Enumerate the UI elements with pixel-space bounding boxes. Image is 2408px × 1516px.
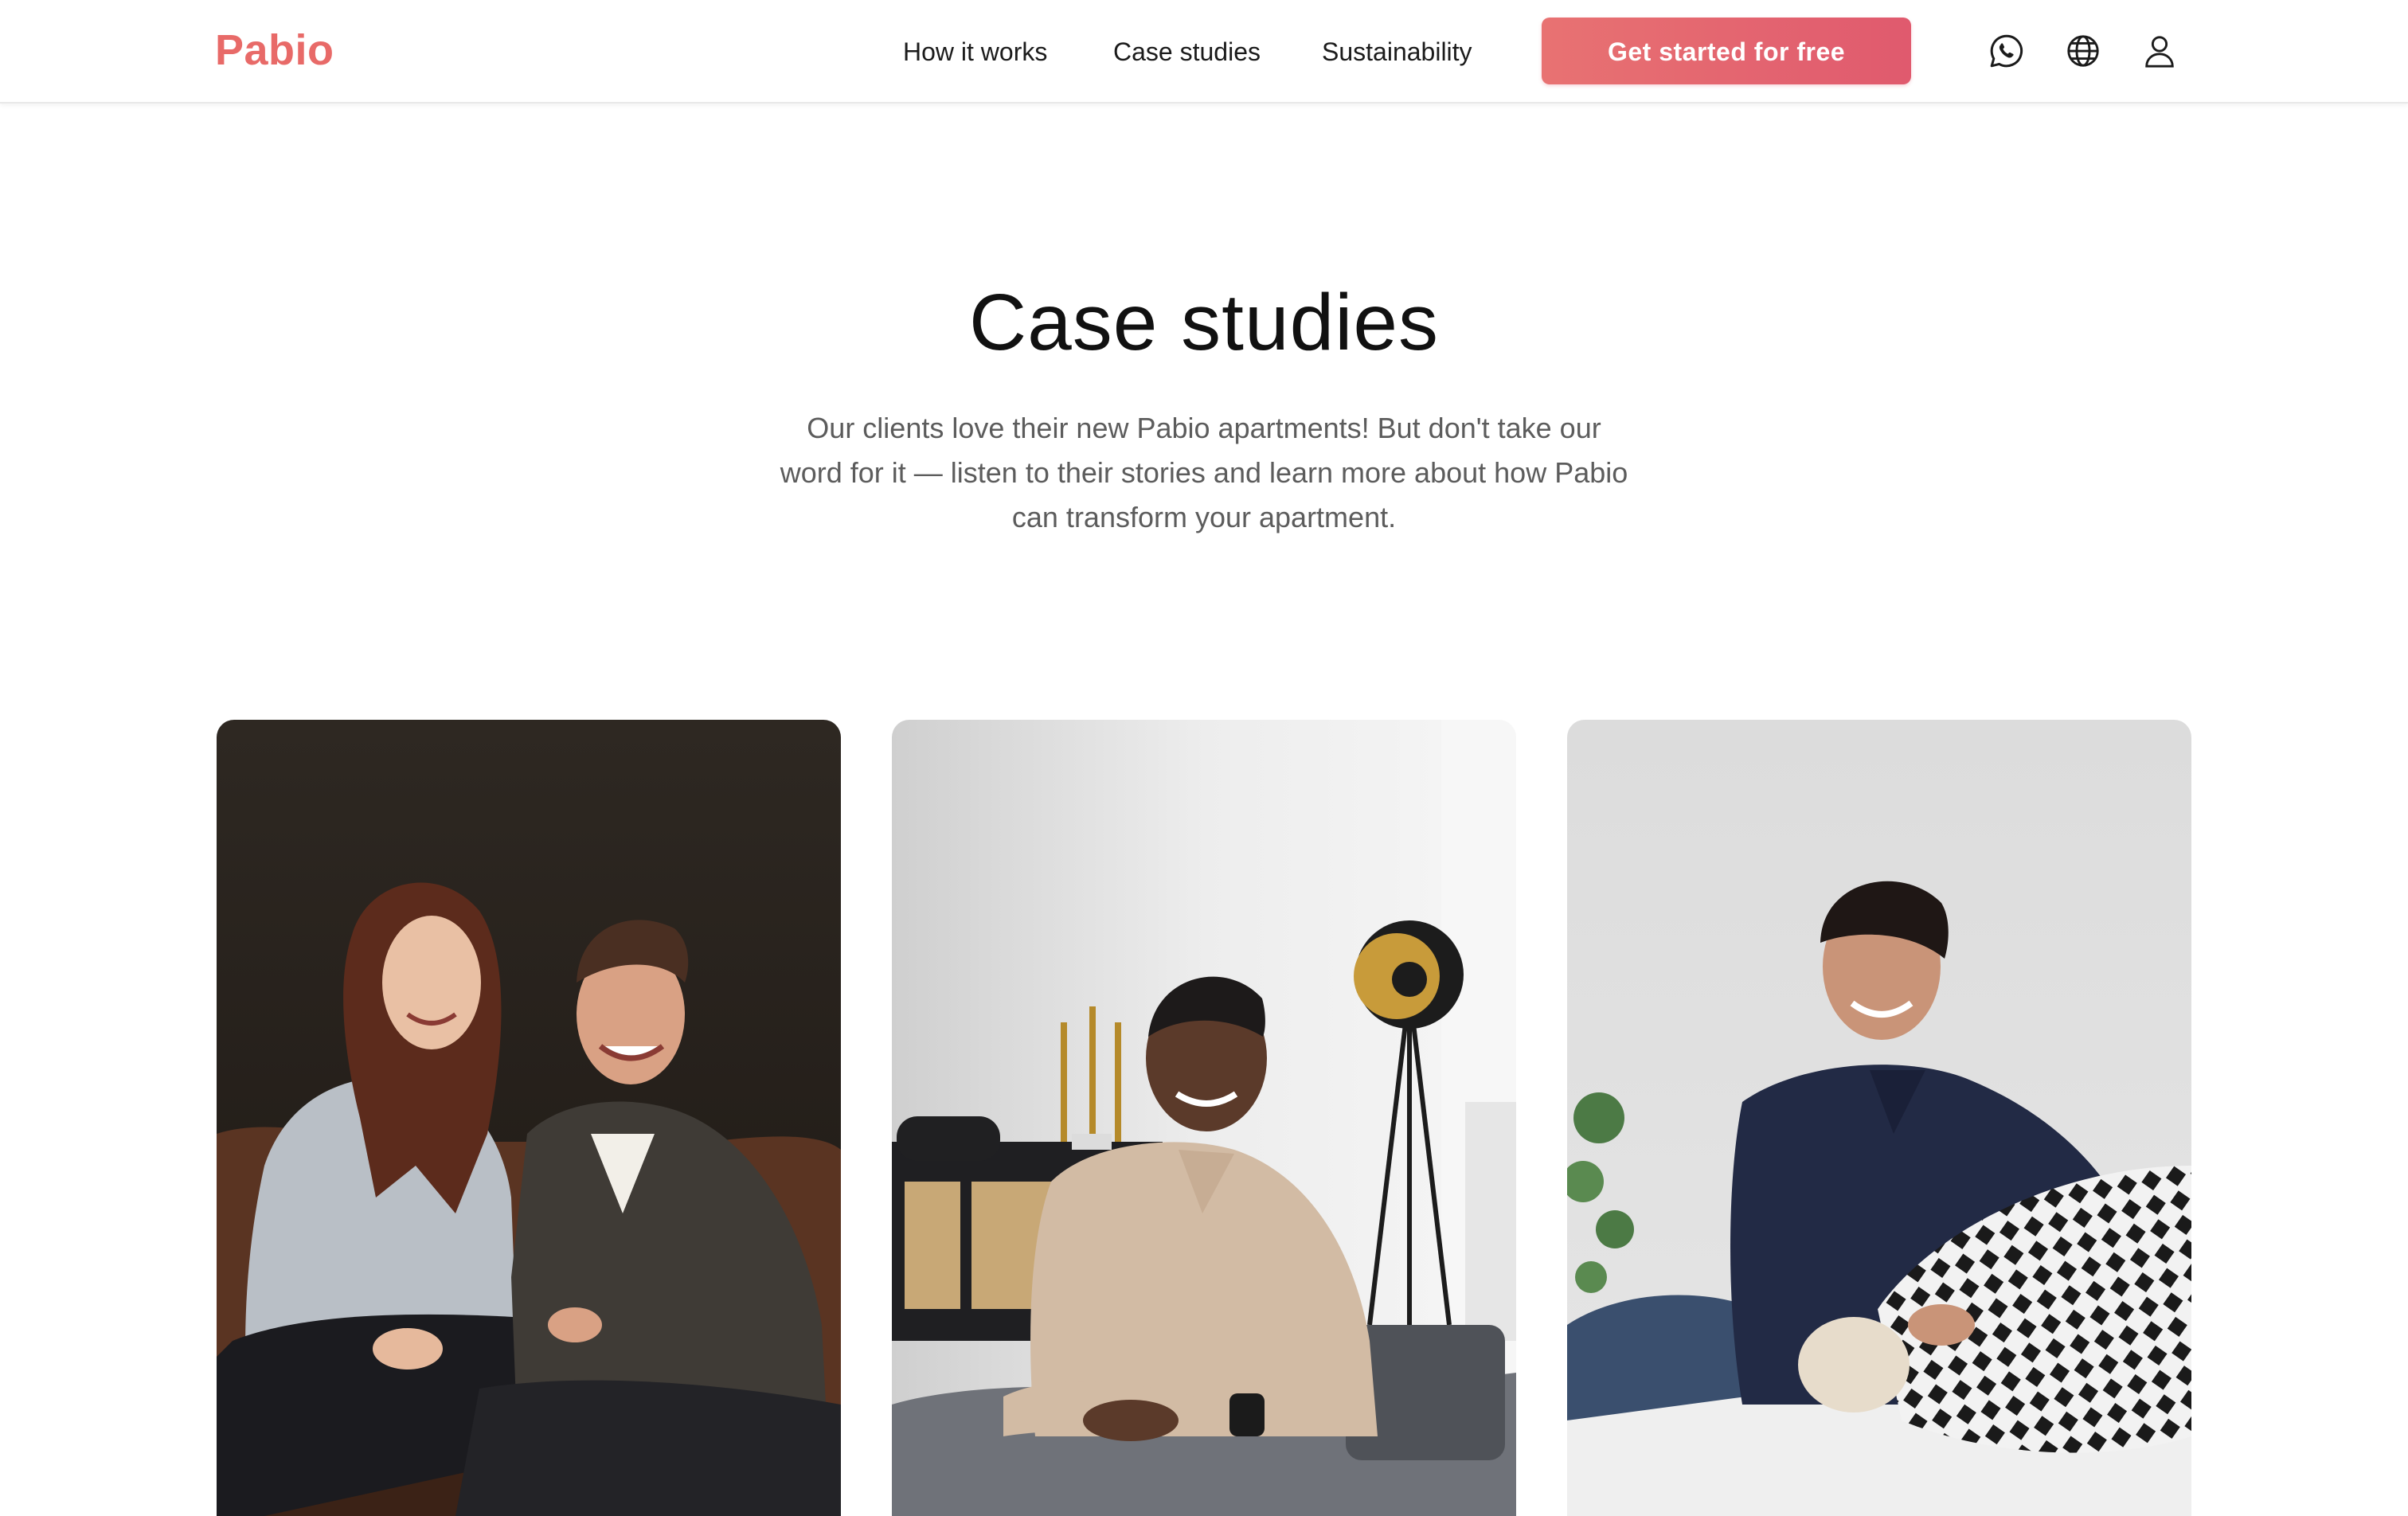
nav-case-studies[interactable]: Case studies	[1113, 32, 1261, 72]
account-button[interactable]	[2137, 29, 2182, 73]
pabio-logo[interactable]: Pabio	[215, 22, 334, 78]
couple-on-sofa-photo	[217, 720, 841, 1516]
get-started-button[interactable]: Get started for free	[1542, 18, 1911, 84]
man-with-pillow-photo	[1567, 720, 2191, 1516]
language-button[interactable]	[2061, 29, 2105, 73]
man-in-living-room-photo	[892, 720, 1516, 1516]
case-study-card-1[interactable]	[217, 720, 841, 1516]
case-study-card-3[interactable]	[1567, 720, 2191, 1516]
site-header: Pabio How it works Case studies Sustaina…	[0, 0, 2408, 104]
user-icon	[2145, 36, 2174, 68]
nav-sustainability[interactable]: Sustainability	[1322, 32, 1472, 72]
page-title: Case studies	[968, 278, 1440, 367]
case-study-card-2[interactable]	[892, 720, 1516, 1516]
globe-icon	[2067, 35, 2099, 67]
whatsapp-icon	[1990, 34, 2023, 68]
whatsapp-button[interactable]	[1984, 29, 2029, 73]
intro-text: Our clients love their new Pabio apartme…	[780, 412, 1628, 533]
nav-how-it-works[interactable]: How it works	[903, 32, 1047, 72]
